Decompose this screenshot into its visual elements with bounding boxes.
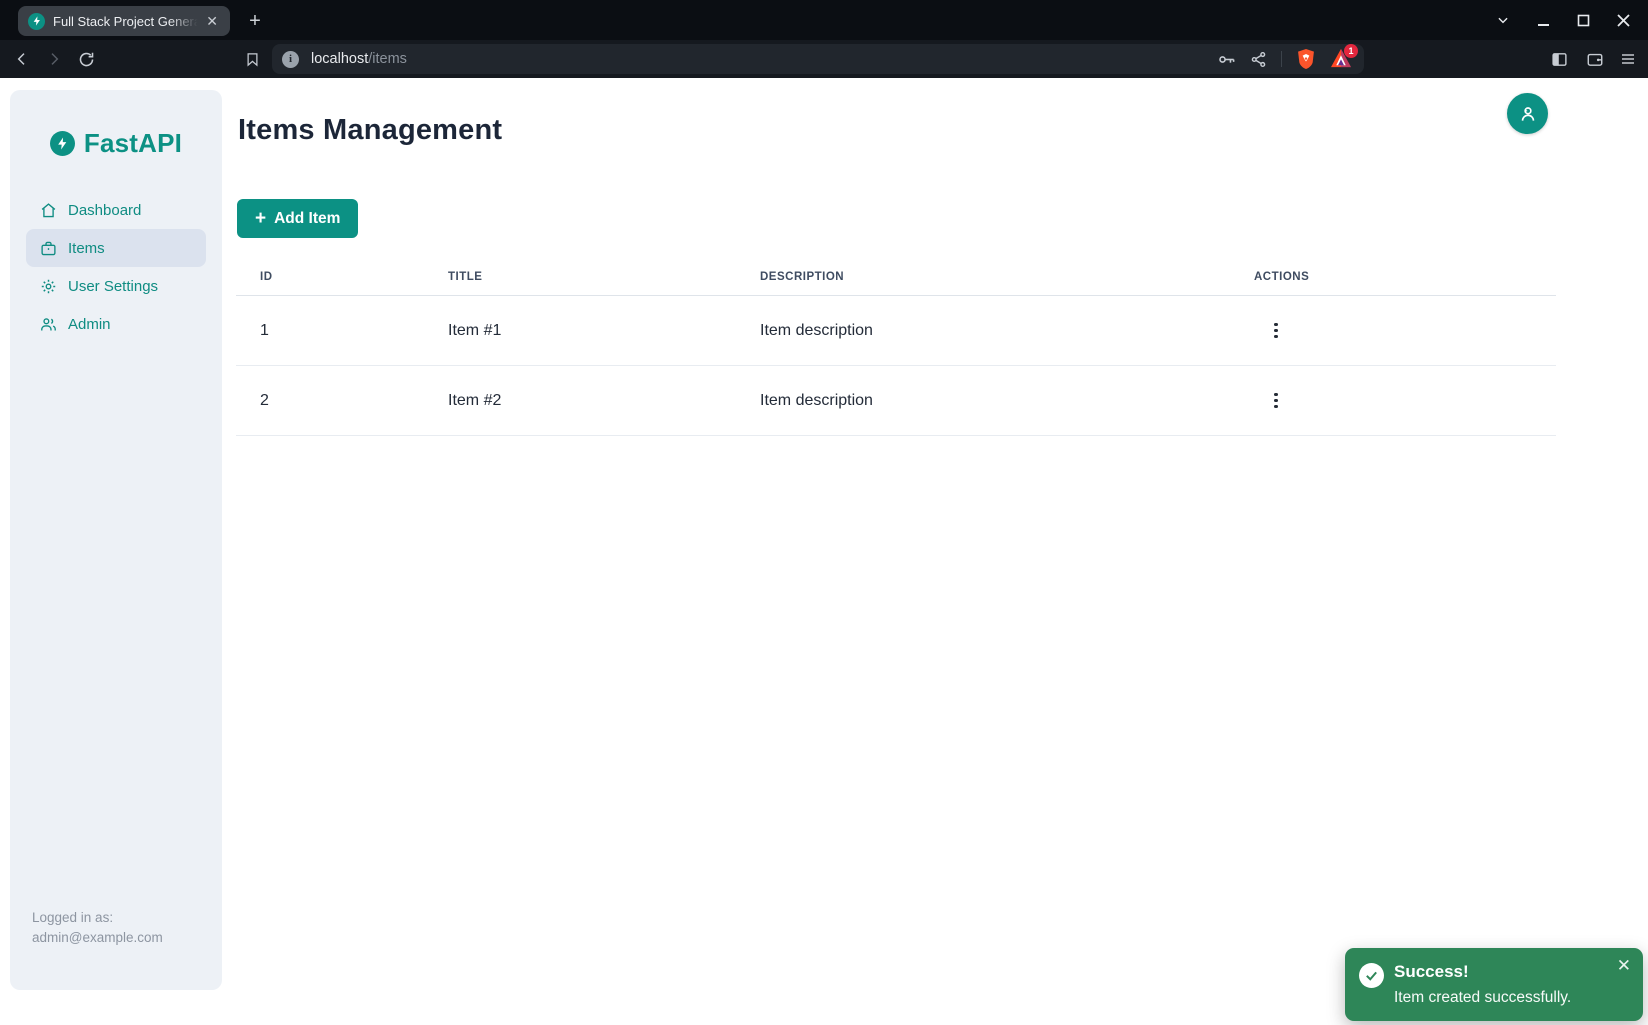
back-button[interactable] (8, 45, 36, 73)
sidebar-nav: Dashboard Items User Settings Admin (10, 191, 222, 343)
fastapi-logo-text: FastAPI (84, 128, 182, 159)
sidebar-item-user-settings[interactable]: User Settings (26, 267, 206, 305)
add-item-button[interactable]: + Add Item (237, 199, 358, 238)
toolbar-divider (1281, 51, 1282, 67)
cell-title: Item #1 (448, 322, 760, 340)
rewards-badge: 1 (1344, 44, 1358, 58)
password-key-icon[interactable] (1217, 50, 1236, 69)
logged-in-info: Logged in as: admin@example.com (32, 908, 163, 948)
sidebar-item-dashboard[interactable]: Dashboard (26, 191, 206, 229)
add-item-label: Add Item (274, 210, 340, 228)
column-header-title: TITLE (448, 271, 760, 283)
sidebar-item-admin[interactable]: Admin (26, 305, 206, 343)
tab-favicon-lightning-icon (28, 13, 45, 30)
browser-tab[interactable]: Full Stack Project Genera ✕ (18, 6, 230, 36)
table-header-row: ID TITLE DESCRIPTION ACTIONS (236, 258, 1556, 296)
url-text[interactable]: localhost/items (311, 51, 1217, 67)
wallet-icon[interactable] (1581, 45, 1609, 73)
url-path: /items (368, 51, 407, 67)
home-icon (40, 202, 57, 219)
app-content: FastAPI Dashboard Items User Settings (0, 78, 1648, 1025)
logged-in-label: Logged in as: (32, 908, 163, 928)
user-avatar-button[interactable] (1507, 93, 1548, 134)
plus-icon: + (255, 209, 266, 228)
share-icon[interactable] (1250, 51, 1267, 68)
menu-hamburger-icon[interactable] (1614, 45, 1642, 73)
logged-in-email: admin@example.com (32, 928, 163, 948)
cell-id: 1 (236, 322, 448, 340)
cell-description: Item description (760, 392, 1254, 410)
forward-button[interactable] (40, 45, 68, 73)
cell-description: Item description (760, 322, 1254, 340)
success-toast: Success! Item created successfully. ✕ (1345, 948, 1643, 1021)
sidebar-panel-icon[interactable] (1545, 45, 1573, 73)
sidebar-item-items[interactable]: Items (26, 229, 206, 267)
cell-title: Item #2 (448, 392, 760, 410)
url-bar[interactable]: i localhost/items 1 (272, 44, 1364, 74)
user-icon (1518, 104, 1538, 124)
items-table: ID TITLE DESCRIPTION ACTIONS 1 Item #1 I… (236, 258, 1556, 436)
url-host: localhost (311, 51, 368, 67)
sidebar-item-label: Admin (68, 316, 111, 333)
toast-close-icon[interactable]: ✕ (1614, 954, 1634, 977)
site-info-icon[interactable]: i (282, 51, 299, 68)
window-maximize-button[interactable] (1570, 7, 1596, 33)
brave-shield-icon[interactable] (1296, 48, 1316, 70)
column-header-description: DESCRIPTION (760, 271, 1254, 283)
browser-toolbar: i localhost/items 1 (0, 40, 1648, 78)
tab-search-chevron-icon[interactable] (1490, 7, 1516, 33)
fastapi-logo: FastAPI (10, 128, 222, 159)
briefcase-icon (40, 240, 57, 257)
gear-icon (40, 278, 57, 295)
toast-message: Item created successfully. (1394, 989, 1571, 1007)
row-actions-kebab-icon[interactable] (1262, 316, 1290, 346)
cell-id: 2 (236, 392, 448, 410)
column-header-actions: ACTIONS (1254, 271, 1556, 283)
tab-close-icon[interactable]: ✕ (202, 12, 222, 30)
browser-tab-bar: Full Stack Project Genera ✕ + (0, 0, 1648, 40)
reload-button[interactable] (72, 45, 100, 73)
window-close-button[interactable] (1610, 7, 1636, 33)
fastapi-logo-lightning-icon (50, 131, 75, 156)
table-row: 2 Item #2 Item description (236, 366, 1556, 436)
column-header-id: ID (236, 271, 448, 283)
sidebar: FastAPI Dashboard Items User Settings (10, 90, 222, 990)
check-circle-icon (1359, 963, 1384, 988)
window-minimize-button[interactable] (1530, 7, 1556, 33)
bookmark-icon[interactable] (238, 45, 266, 73)
page-title: Items Management (238, 114, 502, 147)
toast-title: Success! (1394, 962, 1469, 982)
users-icon (40, 316, 57, 333)
tab-title: Full Stack Project Genera (53, 14, 202, 29)
brave-rewards-icon[interactable]: 1 (1330, 48, 1352, 70)
row-actions-kebab-icon[interactable] (1262, 386, 1290, 416)
table-row: 1 Item #1 Item description (236, 296, 1556, 366)
sidebar-item-label: Dashboard (68, 202, 141, 219)
sidebar-item-label: Items (68, 240, 105, 257)
sidebar-item-label: User Settings (68, 278, 158, 295)
new-tab-button[interactable]: + (242, 8, 268, 34)
